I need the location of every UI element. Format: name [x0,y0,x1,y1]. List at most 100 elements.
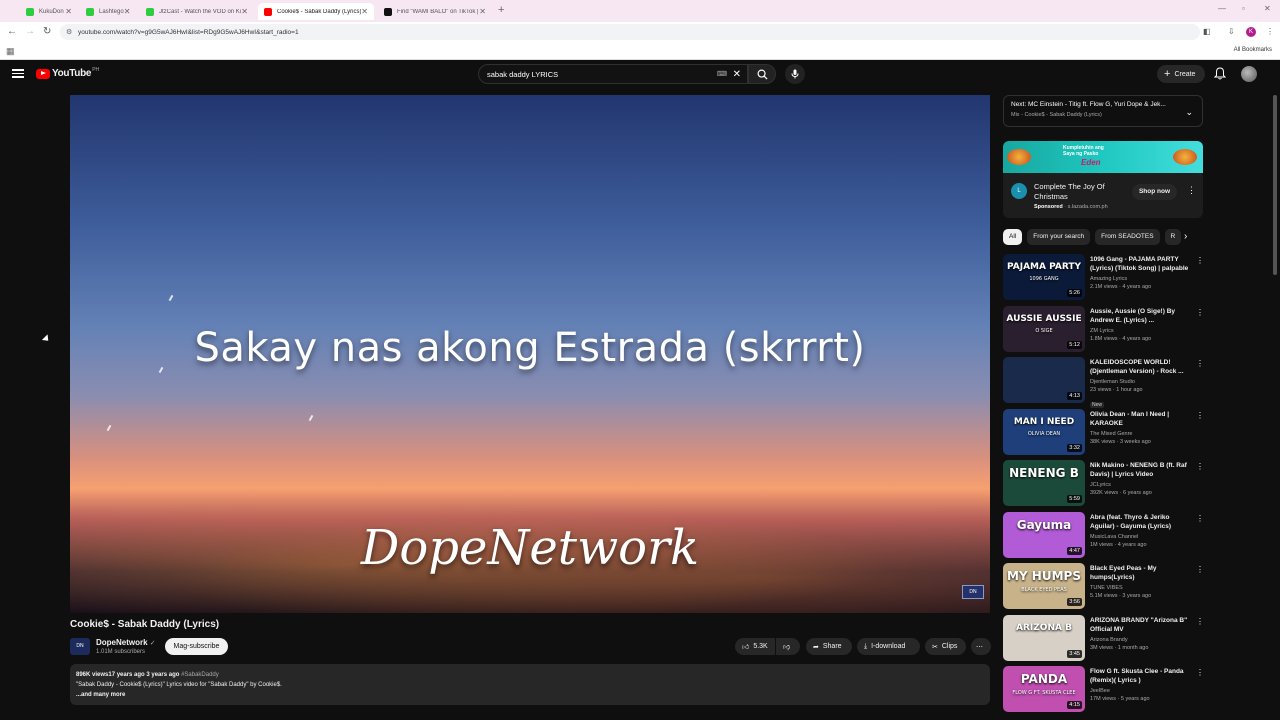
related-video-item[interactable]: MAN I NEED OLIVIA DEAN 3:32 Olivia Dean - M… [1003,408,1204,461]
dislike-button[interactable]: 👎︎ [776,638,800,655]
video-thumbnail[interactable]: NENENG B 5:59 [1003,460,1085,506]
downloads-icon[interactable]: ⇩ [1228,27,1235,36]
close-window-icon[interactable]: ✕ [1264,4,1271,13]
browser-tab[interactable]: KukuDon ✕ [20,3,78,20]
create-button[interactable]: + Create [1157,65,1205,83]
more-vertical-icon[interactable]: ⋮ [1196,565,1204,574]
close-tab-icon[interactable]: ✕ [361,7,368,16]
chip-from-your-search[interactable]: From your search [1027,229,1091,245]
shop-now-button[interactable]: Shop now [1132,184,1177,200]
ad-card[interactable]: L Complete The Joy Of Christmas Sponsore… [1003,173,1203,218]
more-vertical-icon[interactable]: ⋮ [1196,462,1204,471]
up-next-panel[interactable]: Next: MC Einstein - Titig ft. Flow G, Yu… [1003,95,1203,127]
more-vertical-icon[interactable]: ⋮ [1196,256,1204,265]
video-thumbnail[interactable]: PAJAMA PARTY 1096 GANG 5:26 [1003,254,1085,300]
video-thumbnail[interactable]: AUSSIE AUSSIE O SIGE 5:12 [1003,305,1085,352]
more-vertical-icon[interactable]: ⋮ [1196,514,1204,523]
more-vertical-icon[interactable]: ⋮ [1196,411,1204,420]
url-field[interactable]: ⚙ youtube.com/watch?v=g9G5wAJ6HwI&list=R… [60,24,1200,40]
related-video-channel[interactable]: JCLyrics [1090,482,1190,488]
close-tab-icon[interactable]: ✕ [124,7,131,16]
back-icon[interactable]: ← [7,26,17,37]
like-button[interactable]: 👍︎ 5.3K [735,638,775,655]
all-bookmarks[interactable]: All Bookmarks [1234,47,1272,53]
related-video-channel[interactable]: JeelBee [1090,688,1190,694]
related-video-channel[interactable]: ZM Lyrics [1090,328,1190,334]
browser-tab[interactable]: Find "WAMI BALO" on TikTok | ✕ [378,3,492,20]
related-video-item[interactable]: PANDA FLOW G FT. SKUSTA CLEE 4:15 Flow G ft… [1003,666,1204,718]
extension-icon[interactable]: ◧ [1203,27,1211,36]
notifications-bell-icon[interactable] [1213,67,1227,80]
maximize-icon[interactable]: ▫ [1242,4,1245,13]
more-vertical-icon[interactable]: ⋮ [1196,668,1204,677]
related-video-title[interactable]: 1096 Gang - PAJAMA PARTY (Lyrics) (Tikto… [1090,255,1190,273]
search-input[interactable]: sabak daddy LYRICS ⌨ ✕ [478,64,748,84]
video-thumbnail[interactable]: ARIZONA B 3:45 [1003,614,1085,661]
chip-all[interactable]: All [1003,229,1023,245]
chip-from-channel[interactable]: From SEADOTES [1095,229,1160,245]
more-vertical-icon[interactable]: ⋮ [1196,308,1204,317]
video-thumbnail[interactable]: 4:13 [1003,357,1085,403]
close-tab-icon[interactable]: ✕ [241,7,248,16]
page-scrollbar[interactable] [1273,95,1277,275]
clear-search-icon[interactable]: ✕ [733,69,741,80]
related-video-item[interactable]: 4:13 KALEIDOSCOPE WORLD! (Djentleman Vers… [1003,357,1204,409]
ad-banner-image[interactable]: Kumpletuhin ang Saya ng Pasko Eden [1003,141,1203,173]
close-tab-icon[interactable]: ✕ [479,7,486,16]
site-info-icon[interactable]: ⚙ [66,28,72,36]
forward-icon[interactable]: → [25,26,35,37]
new-tab-icon[interactable]: + [498,4,504,16]
apps-grid-icon[interactable]: ▦ [6,46,15,57]
channel-avatar[interactable]: DN [70,638,90,655]
browser-menu-icon[interactable]: ⋮ [1266,27,1274,36]
reload-icon[interactable]: ↻ [43,26,51,37]
browser-tab[interactable]: JtzCast - Watch the VOD on Ki ✕ [140,3,254,20]
related-video-item[interactable]: ARIZONA B 3:45 ARIZONA BRANDY "Arizona B" … [1003,614,1204,667]
minimize-icon[interactable]: — [1218,4,1226,13]
clips-button[interactable]: ✂ Clips [925,638,966,655]
more-vertical-icon[interactable]: ⋮ [1187,185,1196,196]
hashtag-link[interactable]: #SabakDaddy [181,672,219,678]
related-video-channel[interactable]: MusicLava Channel [1090,534,1190,540]
video-player[interactable]: Sakay nas akong Estrada (skrrrt) DopeNet… [70,95,990,613]
youtube-logo[interactable]: YouTube PH [36,67,99,79]
chevron-down-icon[interactable]: ⌄ [1185,107,1193,118]
channel-watermark-logo[interactable]: DN [962,585,984,599]
related-video-title[interactable]: Flow G ft. Skusta Clee - Panda (Remix)( … [1090,667,1190,685]
browser-tab[interactable]: Lashtego ✕ [80,3,136,20]
related-video-title[interactable]: ARIZONA BRANDY "Arizona B" Official MV [1090,616,1190,634]
voice-search-button[interactable] [785,64,805,84]
related-video-title[interactable]: Olivia Dean - Man I Need | KARAOKE [1090,410,1190,428]
video-thumbnail[interactable]: Gayuma 4:47 [1003,511,1085,558]
keyboard-icon[interactable]: ⌨ [717,70,727,78]
share-button[interactable]: ➦ Share [806,638,852,655]
related-video-title[interactable]: Abra (feat. Thyro & Jeriko Aguilar) - Ga… [1090,513,1190,531]
chevron-right-icon[interactable]: › [1184,231,1187,242]
video-thumbnail[interactable]: MAN I NEED OLIVIA DEAN 3:32 [1003,408,1085,455]
browser-tab-active[interactable]: Cookie$ - Sabak Daddy (Lyrics) ✕ [258,3,374,20]
browser-profile-avatar[interactable]: K [1246,27,1256,37]
related-video-item[interactable]: Gayuma 4:47 Abra (feat. Thyro & Jeriko Agu… [1003,511,1204,564]
related-video-item[interactable]: AUSSIE AUSSIE O SIGE 5:12 Aussie, Aussie (O… [1003,305,1204,358]
related-video-channel[interactable]: Amazing Lyrics [1090,276,1190,282]
close-tab-icon[interactable]: ✕ [65,7,72,16]
hamburger-menu-icon[interactable] [12,67,24,79]
subscribe-button[interactable]: Mag-subscribe [165,638,228,655]
related-video-title[interactable]: KALEIDOSCOPE WORLD! (Djentleman Version)… [1090,358,1190,376]
user-avatar[interactable] [1241,66,1257,82]
related-video-channel[interactable]: Arizona Brandy [1090,637,1190,643]
related-video-title[interactable]: Nik Makino - NENENG B (ft. Raf Davis) | … [1090,461,1190,479]
search-button[interactable] [748,64,776,84]
chip-related[interactable]: R [1164,229,1182,245]
show-more-link[interactable]: ...and many more [76,690,984,700]
related-video-item[interactable]: MY HUMPS BLACK EYED PEAS 3:56 Black Eyed Pe… [1003,563,1204,615]
related-video-title[interactable]: Aussie, Aussie (O Sige!) By Andrew E. (L… [1090,307,1190,325]
related-video-item[interactable]: PAJAMA PARTY 1096 GANG 5:26 1096 Gang - PAJ… [1003,254,1204,306]
channel-name[interactable]: DopeNetwork ✓ [96,638,156,647]
more-vertical-icon[interactable]: ⋮ [1196,359,1204,368]
video-thumbnail[interactable]: MY HUMPS BLACK EYED PEAS 3:56 [1003,563,1085,609]
related-video-item[interactable]: NENENG B 5:59 Nik Makino - NENENG B (ft. R… [1003,460,1204,512]
video-thumbnail[interactable]: PANDA FLOW G FT. SKUSTA CLEE 4:15 [1003,666,1085,712]
related-video-channel[interactable]: The Mixed Genre [1090,431,1190,437]
more-actions-button[interactable]: ⋯ [971,638,991,655]
